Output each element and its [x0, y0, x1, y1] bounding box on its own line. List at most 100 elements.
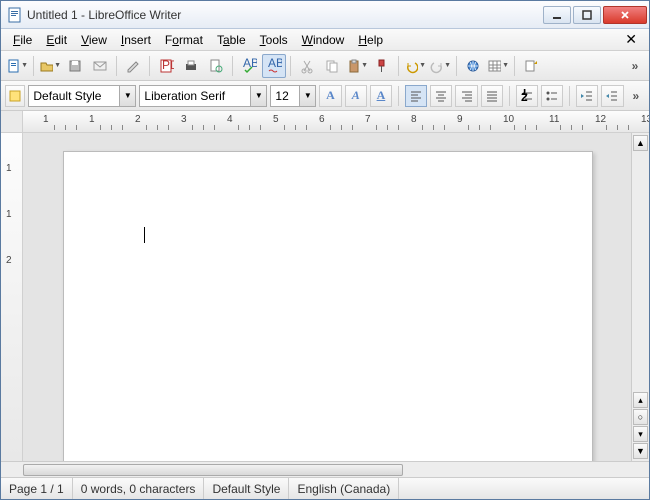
menu-view[interactable]: View [75, 31, 113, 49]
menu-table[interactable]: Table [211, 31, 252, 49]
formatting-overflow-button[interactable]: » [627, 89, 645, 103]
status-language[interactable]: English (Canada) [289, 478, 399, 499]
font-size-input[interactable] [271, 86, 299, 106]
ruler-mark: 10 [503, 114, 514, 125]
minimize-button[interactable] [543, 6, 571, 24]
undo-button[interactable]: ▼ [403, 54, 427, 78]
ruler-mark: 6 [319, 114, 325, 125]
menu-format[interactable]: Format [159, 31, 209, 49]
next-page-button[interactable]: ▾ [633, 426, 648, 442]
redo-button[interactable]: ▼ [428, 54, 452, 78]
spellcheck-button[interactable]: ABC [237, 54, 261, 78]
ruler-mark: 4 [227, 114, 233, 125]
copy-button[interactable] [320, 54, 344, 78]
document-area: 1 1 2 ▲ ▴ ○ ▾ ▼ [1, 133, 649, 461]
statusbar: Page 1 / 1 0 words, 0 characters Default… [1, 477, 649, 499]
ruler-mark: 12 [595, 114, 606, 125]
ruler-mark: 1 [89, 114, 95, 125]
menu-help[interactable]: Help [352, 31, 389, 49]
ruler-mark: 7 [365, 114, 371, 125]
toolbar-overflow-button[interactable]: » [625, 59, 645, 73]
vruler-mark: 1 [6, 209, 12, 220]
edit-button[interactable] [121, 54, 145, 78]
format-paintbrush-button[interactable] [370, 54, 394, 78]
window-controls [543, 6, 647, 24]
font-name-input[interactable] [140, 86, 250, 106]
standard-toolbar: ▼ ▼ PDF ABC ABC ▼ ▼ ▼ ▼ » [1, 51, 649, 81]
hscroll-thumb[interactable] [23, 464, 403, 476]
ruler-corner [1, 111, 23, 132]
vruler-mark: 1 [6, 163, 12, 174]
page-viewport[interactable] [23, 133, 631, 461]
paragraph-style-combo[interactable]: ▼ [28, 85, 136, 107]
scroll-down-button[interactable]: ▼ [633, 443, 648, 459]
app-window: Untitled 1 - LibreOffice Writer File Edi… [0, 0, 650, 500]
styles-window-button[interactable] [5, 85, 25, 107]
ruler-mark: 13 [641, 114, 649, 125]
show-draw-button[interactable] [519, 54, 543, 78]
email-button[interactable] [88, 54, 112, 78]
cut-button[interactable] [295, 54, 319, 78]
maximize-button[interactable] [573, 6, 601, 24]
font-name-dropdown[interactable]: ▼ [250, 86, 266, 106]
close-button[interactable] [603, 6, 647, 24]
ruler-mark: 5 [273, 114, 279, 125]
vruler-mark: 2 [6, 255, 12, 266]
open-button[interactable]: ▼ [38, 54, 62, 78]
menu-edit[interactable]: Edit [40, 31, 73, 49]
horizontal-ruler[interactable]: 112345678910111213 [1, 111, 649, 133]
menubar: File Edit View Insert Format Table Tools… [1, 29, 649, 51]
menu-insert[interactable]: Insert [115, 31, 157, 49]
close-document-button[interactable]: ✕ [619, 31, 643, 48]
titlebar: Untitled 1 - LibreOffice Writer [1, 1, 649, 29]
decrease-indent-button[interactable] [576, 85, 598, 107]
print-preview-button[interactable] [204, 54, 228, 78]
hyperlink-button[interactable] [461, 54, 485, 78]
writer-doc-icon [7, 7, 23, 23]
navigation-button[interactable]: ○ [633, 409, 648, 425]
align-justify-button[interactable] [481, 85, 503, 107]
autospellcheck-button[interactable]: ABC [262, 54, 286, 78]
paragraph-style-input[interactable] [29, 86, 119, 106]
font-name-combo[interactable]: ▼ [139, 85, 267, 107]
ruler-mark: 11 [549, 114, 559, 125]
font-size-dropdown[interactable]: ▼ [299, 86, 315, 106]
export-pdf-button[interactable]: PDF [154, 54, 178, 78]
ruler-mark: 9 [457, 114, 463, 125]
print-button[interactable] [179, 54, 203, 78]
vertical-ruler[interactable]: 1 1 2 [1, 133, 23, 461]
window-title: Untitled 1 - LibreOffice Writer [27, 8, 543, 22]
status-style[interactable]: Default Style [204, 478, 289, 499]
paste-button[interactable]: ▼ [345, 54, 369, 78]
italic-button[interactable]: A [345, 85, 367, 107]
status-wordcount[interactable]: 0 words, 0 characters [73, 478, 205, 499]
table-button[interactable]: ▼ [486, 54, 510, 78]
align-center-button[interactable] [430, 85, 452, 107]
menu-window[interactable]: Window [296, 31, 351, 49]
align-left-button[interactable] [405, 85, 427, 107]
numbered-list-button[interactable]: 12 [516, 85, 538, 107]
menu-file[interactable]: File [7, 31, 38, 49]
prev-page-button[interactable]: ▴ [633, 392, 648, 408]
paragraph-style-dropdown[interactable]: ▼ [119, 86, 135, 106]
scroll-up-button[interactable]: ▲ [633, 135, 648, 151]
bold-button[interactable]: A [319, 85, 341, 107]
ruler-mark: 1 [43, 114, 49, 125]
increase-indent-button[interactable] [601, 85, 623, 107]
page[interactable] [63, 151, 593, 461]
menu-tools[interactable]: Tools [254, 31, 294, 49]
new-button[interactable]: ▼ [5, 54, 29, 78]
text-cursor [144, 227, 145, 243]
svg-text:PDF: PDF [162, 58, 174, 72]
align-right-button[interactable] [455, 85, 477, 107]
ruler-mark: 2 [135, 114, 141, 125]
ruler-mark: 8 [411, 114, 417, 125]
ruler-mark: 3 [181, 114, 187, 125]
bullet-list-button[interactable] [541, 85, 563, 107]
side-scroll-controls: ▲ ▴ ○ ▾ ▼ [631, 133, 649, 461]
save-button[interactable] [63, 54, 87, 78]
font-size-combo[interactable]: ▼ [270, 85, 316, 107]
status-page[interactable]: Page 1 / 1 [1, 478, 73, 499]
horizontal-scrollbar[interactable] [1, 461, 649, 477]
underline-button[interactable]: A [370, 85, 392, 107]
